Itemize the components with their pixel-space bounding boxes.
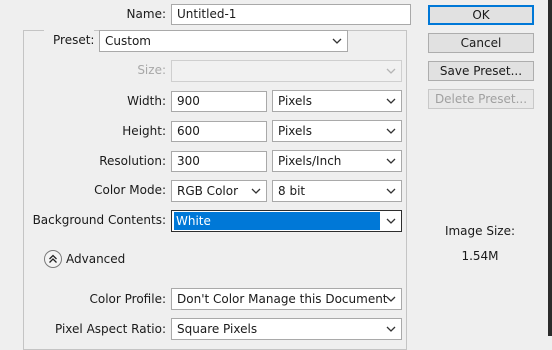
chevron-down-icon	[386, 66, 396, 76]
size-label: Size:	[137, 63, 166, 77]
color-profile-select[interactable]: Don't Color Manage this Document	[171, 288, 402, 310]
name-field[interactable]: Untitled-1	[171, 4, 411, 25]
resolution-field[interactable]: 300	[171, 151, 267, 172]
width-unit-select[interactable]: Pixels	[272, 90, 402, 112]
image-size-value: 1.54M	[461, 249, 499, 263]
color-mode-select[interactable]: RGB Color	[171, 180, 267, 202]
height-field[interactable]: 600	[171, 121, 267, 142]
width-label: Width:	[127, 94, 166, 108]
window-edge	[548, 0, 552, 336]
color-profile-value: Don't Color Manage this Document	[177, 292, 388, 306]
height-unit-value: Pixels	[278, 124, 313, 138]
advanced-toggle-button[interactable]	[44, 250, 62, 268]
save-preset-button[interactable]: Save Preset...	[428, 61, 534, 81]
delete-preset-button[interactable]: Delete Preset...	[428, 89, 534, 109]
bit-depth-select[interactable]: 8 bit	[272, 180, 402, 202]
name-label: Name:	[126, 7, 166, 21]
ok-button[interactable]: OK	[428, 5, 534, 25]
new-document-dialog: Name: Untitled-1 Preset: Custom Size: Wi…	[0, 0, 552, 350]
resolution-unit-select[interactable]: Pixels/Inch	[272, 150, 402, 172]
chevron-down-icon	[386, 186, 396, 196]
pixel-aspect-ratio-select[interactable]: Square Pixels	[171, 318, 402, 340]
preset-label: Preset:	[53, 33, 95, 47]
advanced-label: Advanced	[66, 252, 126, 266]
height-unit-select[interactable]: Pixels	[272, 120, 402, 142]
background-contents-value: White	[174, 212, 380, 230]
chevron-down-icon	[251, 186, 261, 196]
chevron-down-icon	[386, 294, 396, 304]
chevron-down-icon	[386, 96, 396, 106]
preset-value: Custom	[105, 34, 151, 48]
size-select[interactable]	[171, 60, 402, 82]
width-unit-value: Pixels	[278, 94, 313, 108]
color-profile-label: Color Profile:	[89, 292, 167, 306]
height-label: Height:	[122, 124, 166, 138]
chevron-down-icon	[386, 126, 396, 136]
resolution-unit-value: Pixels/Inch	[278, 154, 342, 168]
image-size-label: Image Size:	[444, 224, 516, 238]
chevron-up-double-icon	[49, 254, 57, 263]
chevron-down-icon	[386, 324, 396, 334]
chevron-down-icon	[386, 156, 396, 166]
cancel-button[interactable]: Cancel	[428, 33, 534, 53]
resolution-label: Resolution:	[99, 154, 166, 168]
background-contents-label: Background Contents:	[32, 213, 166, 227]
background-contents-select[interactable]: White	[171, 210, 402, 232]
color-mode-label: Color Mode:	[94, 183, 166, 197]
pixel-aspect-ratio-label: Pixel Aspect Ratio:	[55, 322, 166, 336]
chevron-down-icon	[332, 36, 342, 46]
preset-select[interactable]: Custom	[99, 30, 348, 52]
width-field[interactable]: 900	[171, 91, 267, 112]
color-mode-value: RGB Color	[177, 184, 239, 198]
bit-depth-value: 8 bit	[278, 184, 306, 198]
chevron-down-icon	[386, 216, 396, 226]
pixel-aspect-ratio-value: Square Pixels	[177, 322, 258, 336]
